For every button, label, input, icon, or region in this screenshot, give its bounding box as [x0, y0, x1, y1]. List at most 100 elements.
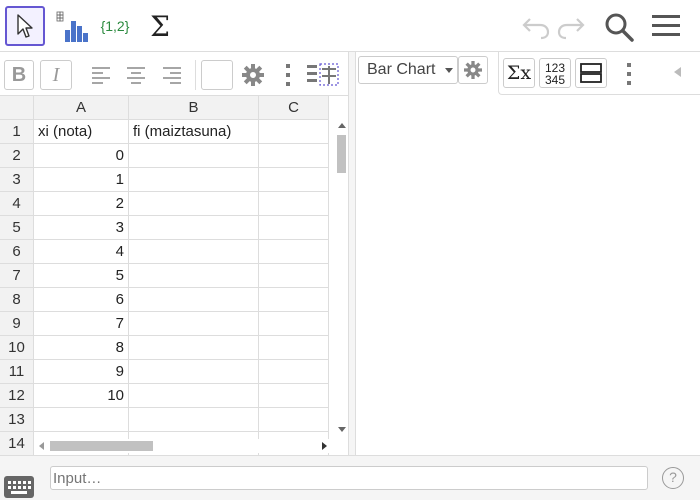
italic-label: I [52, 63, 60, 86]
row-header[interactable]: 10 [0, 336, 34, 360]
cell-a[interactable]: 9 [34, 360, 129, 384]
row-header[interactable]: 8 [0, 288, 34, 312]
cell-b[interactable] [129, 360, 259, 384]
cell-b[interactable] [129, 168, 259, 192]
row-header[interactable]: 13 [0, 408, 34, 432]
chart-type-select[interactable]: Bar Chart [358, 56, 458, 84]
cell-c[interactable] [259, 192, 329, 216]
chart-type-value: Bar Chart [367, 61, 436, 78]
scroll-left-icon [39, 442, 44, 450]
spreadsheet-grid[interactable]: A B C 1 xi (nota) fi (maiztasuna) 2 0 3 1 4 2 5 3 6… [0, 96, 336, 455]
align-right-icon [163, 67, 181, 84]
cell-a[interactable]: 0 [34, 144, 129, 168]
cell-b[interactable] [129, 216, 259, 240]
cell-a[interactable]: 7 [34, 312, 129, 336]
row-header[interactable]: 6 [0, 240, 34, 264]
row-header[interactable]: 4 [0, 192, 34, 216]
statistics-button[interactable]: Σx [503, 58, 535, 88]
cell-a[interactable] [34, 408, 129, 432]
column-header-c[interactable]: C [259, 96, 329, 120]
cell-b[interactable]: fi (maiztasuna) [129, 120, 259, 144]
cell-c[interactable] [259, 288, 329, 312]
main-toolbar: {1,2} Σ [0, 0, 700, 52]
cell-a[interactable]: 1 [34, 168, 129, 192]
row-header[interactable]: 12 [0, 384, 34, 408]
help-button[interactable]: ? [662, 467, 684, 489]
sum-button[interactable]: Σ [140, 6, 180, 46]
cell-a[interactable]: 2 [34, 192, 129, 216]
row-header[interactable]: 7 [0, 264, 34, 288]
cell-c[interactable] [259, 264, 329, 288]
column-header-b[interactable]: B [129, 96, 259, 120]
cell-b[interactable] [129, 264, 259, 288]
data-analysis-view: Bar Chart Σx 123 345 [356, 52, 700, 455]
row-header[interactable]: 5 [0, 216, 34, 240]
create-list-button[interactable]: {1,2} [95, 6, 135, 46]
align-right-button[interactable] [157, 60, 187, 90]
cell-b[interactable] [129, 408, 259, 432]
cell-b[interactable] [129, 312, 259, 336]
vertical-scroll-thumb[interactable] [337, 135, 346, 173]
horizontal-scroll-thumb[interactable] [50, 441, 153, 451]
vertical-scrollbar[interactable] [336, 120, 348, 441]
cell-c[interactable] [259, 336, 329, 360]
gear-icon [464, 61, 482, 79]
cell-a[interactable]: 5 [34, 264, 129, 288]
cell-c[interactable] [259, 360, 329, 384]
row-header[interactable]: 11 [0, 360, 34, 384]
redo-icon[interactable] [556, 13, 586, 41]
one-variable-analysis-button[interactable] [51, 6, 91, 46]
row-header[interactable]: 1 [0, 120, 34, 144]
chart-settings-button[interactable] [458, 56, 488, 84]
keyboard-icon [8, 481, 31, 494]
cell-c[interactable] [259, 144, 329, 168]
cell-a[interactable]: 8 [34, 336, 129, 360]
row-header[interactable]: 14 [0, 432, 34, 455]
move-tool-button[interactable] [5, 6, 45, 46]
row-header[interactable]: 9 [0, 312, 34, 336]
horizontal-scrollbar[interactable] [34, 439, 336, 453]
align-left-button[interactable] [86, 60, 116, 90]
cell-a[interactable]: 3 [34, 216, 129, 240]
cell-c[interactable] [259, 168, 329, 192]
split-view-button[interactable] [575, 58, 607, 88]
more-vertical-icon [627, 63, 631, 85]
cell-c[interactable] [259, 240, 329, 264]
cell-c[interactable] [259, 216, 329, 240]
algebra-input-field[interactable] [50, 466, 648, 490]
spreadsheet-style-bar: B I [0, 52, 348, 96]
row-header[interactable]: 2 [0, 144, 34, 168]
settings-button[interactable] [238, 60, 268, 90]
cell-b[interactable] [129, 336, 259, 360]
menu-icon[interactable] [651, 13, 681, 39]
scroll-right-icon [322, 442, 327, 450]
cell-b[interactable] [129, 384, 259, 408]
cell-b[interactable] [129, 144, 259, 168]
show-data-button[interactable]: 123 345 [539, 58, 571, 88]
align-center-button[interactable] [121, 60, 151, 90]
color-button[interactable] [201, 60, 233, 90]
more-options-button[interactable] [284, 62, 292, 88]
cell-c[interactable] [259, 408, 329, 432]
cell-a[interactable]: xi (nota) [34, 120, 129, 144]
keyboard-button[interactable] [4, 476, 34, 498]
cell-c[interactable] [259, 384, 329, 408]
undo-icon[interactable] [521, 13, 551, 41]
column-header-a[interactable]: A [34, 96, 129, 120]
cell-a[interactable]: 10 [34, 384, 129, 408]
row-header[interactable]: 3 [0, 168, 34, 192]
search-icon[interactable] [603, 11, 635, 43]
cell-b[interactable] [129, 192, 259, 216]
bold-button[interactable]: B [4, 60, 34, 90]
more-options-button[interactable] [625, 61, 633, 87]
cell-b[interactable] [129, 288, 259, 312]
panel-divider[interactable] [348, 52, 356, 455]
cell-a[interactable]: 4 [34, 240, 129, 264]
cell-a[interactable]: 6 [34, 288, 129, 312]
collapse-toolbar-button[interactable] [673, 64, 685, 77]
italic-button[interactable]: I [40, 60, 72, 90]
cell-b[interactable] [129, 240, 259, 264]
cell-c[interactable] [259, 120, 329, 144]
cell-c[interactable] [259, 312, 329, 336]
toggle-grid-button[interactable] [306, 63, 340, 87]
